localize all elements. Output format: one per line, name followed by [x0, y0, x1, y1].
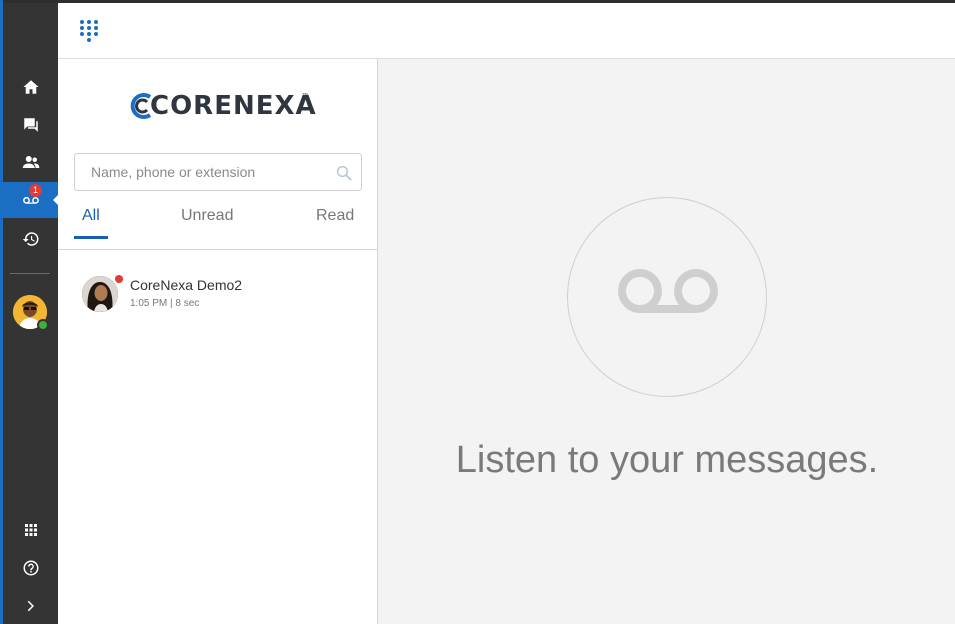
logo-text: CORENEXA	[150, 91, 317, 121]
rail-contacts-button[interactable]	[3, 144, 58, 180]
voicemail-caller-name: CoreNexa Demo2	[130, 277, 243, 293]
left-rail: 1	[3, 3, 59, 624]
contact-avatar	[82, 276, 118, 312]
voicemail-unread-badge: 1	[29, 184, 42, 197]
apps-grid-icon	[24, 524, 37, 536]
filter-tabs: All Unread Read	[58, 199, 378, 250]
tab-all[interactable]: All	[82, 207, 100, 225]
rail-chat-button[interactable]	[3, 107, 58, 143]
rail-history-button[interactable]	[3, 221, 58, 257]
rail-divider	[10, 273, 50, 274]
unread-indicator	[115, 275, 123, 283]
rail-expand-button[interactable]	[3, 588, 58, 624]
brand-logo: CORENEXA ™	[130, 91, 316, 121]
logo-mark-icon	[130, 93, 152, 119]
voicemail-icon	[618, 269, 718, 313]
chevron-right-icon	[27, 600, 34, 612]
rail-help-button[interactable]	[3, 550, 58, 586]
rail-apps-button[interactable]	[3, 512, 58, 548]
active-tab-indicator	[74, 236, 108, 239]
tab-read[interactable]: Read	[316, 207, 354, 225]
voicemail-meta: 1:05 PM | 8 sec	[130, 298, 200, 309]
list-item[interactable]: CoreNexa Demo2 1:05 PM | 8 sec	[58, 259, 378, 329]
dialpad-icon[interactable]	[79, 19, 99, 43]
help-icon	[23, 560, 38, 576]
history-icon	[22, 232, 38, 246]
online-status-dot	[37, 319, 49, 331]
contacts-icon	[22, 156, 39, 168]
tab-unread[interactable]: Unread	[181, 207, 233, 225]
home-icon	[23, 80, 38, 94]
rail-voicemail-button[interactable]: 1	[3, 182, 59, 218]
voicemail-detail-area: Listen to your messages.	[379, 59, 955, 624]
logo-trademark: ™	[302, 93, 308, 99]
voicemail-list-panel: CORENEXA ™ All Unread Read CoreNexa Demo…	[58, 59, 378, 624]
chat-icon	[23, 118, 38, 132]
contact-avatar-image	[82, 276, 118, 312]
empty-state-circle	[567, 197, 767, 397]
search-box	[74, 153, 362, 191]
search-input[interactable]	[75, 154, 325, 190]
top-bar	[58, 3, 955, 59]
empty-state-message: Listen to your messages.	[455, 439, 879, 481]
search-icon[interactable]	[335, 164, 353, 182]
rail-home-button[interactable]	[3, 69, 58, 105]
